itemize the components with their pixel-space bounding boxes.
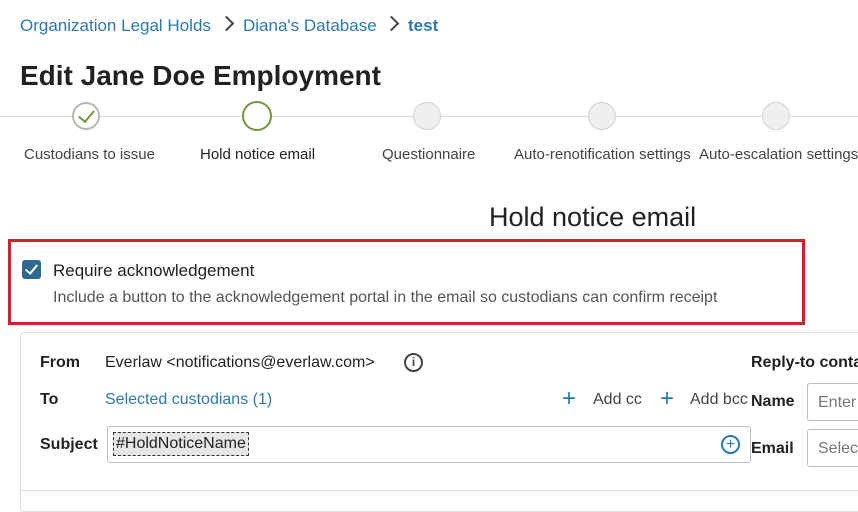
to-label: To	[40, 391, 59, 408]
from-label: From	[40, 354, 80, 371]
selected-custodians-link[interactable]: Selected custodians (1)	[105, 391, 272, 409]
circle-plus-icon[interactable]: +	[721, 435, 740, 454]
step-auto-escalation-circle[interactable]	[762, 102, 790, 130]
subject-label: Subject	[40, 436, 98, 453]
chevron-right-icon	[218, 15, 235, 32]
require-acknowledgement-label[interactable]: Require acknowledgement	[53, 261, 254, 281]
info-icon[interactable]: i	[404, 353, 423, 372]
panel-divider	[20, 490, 858, 491]
reply-to-name-input[interactable]: Enter	[807, 383, 858, 421]
breadcrumb-database[interactable]: Diana's Database	[243, 16, 377, 36]
reply-to-email-select[interactable]: Select	[807, 429, 858, 467]
add-bcc-button[interactable]: Add bcc	[690, 391, 748, 409]
breadcrumb-current: test	[408, 16, 439, 35]
step-custodians-circle[interactable]	[72, 102, 100, 130]
step-questionnaire-circle[interactable]	[413, 102, 441, 130]
step-auto-renotification-circle[interactable]	[588, 102, 616, 130]
subject-token[interactable]: #HoldNoticeName	[113, 432, 249, 456]
step-hold-notice-label[interactable]: Hold notice email	[200, 146, 315, 163]
chevron-right-icon	[383, 15, 400, 32]
plus-icon[interactable]: +	[660, 387, 674, 411]
breadcrumb-organization-legal-holds[interactable]: Organization Legal Holds	[20, 16, 211, 36]
step-custodians-label[interactable]: Custodians to issue	[24, 146, 155, 163]
page-title: Edit Jane Doe Employment	[20, 60, 381, 91]
from-value: Everlaw <notifications@everlaw.com>	[105, 354, 375, 371]
step-questionnaire-label[interactable]: Questionnaire	[382, 146, 475, 163]
acknowledgement-highlight-box	[8, 239, 805, 325]
reply-to-name-label: Name	[751, 393, 795, 410]
add-cc-button[interactable]: Add cc	[593, 391, 642, 409]
check-icon	[78, 105, 95, 124]
reply-to-email-label: Email	[751, 440, 794, 457]
section-heading: Hold notice email	[489, 202, 697, 232]
acknowledgement-description: Include a button to the acknowledgement …	[53, 289, 718, 306]
reply-to-heading: Reply-to conta	[751, 354, 858, 371]
step-auto-renotification-label[interactable]: Auto-renotification settings	[514, 146, 691, 163]
check-icon	[24, 261, 39, 275]
step-hold-notice-circle[interactable]	[242, 101, 272, 131]
require-acknowledgement-checkbox[interactable]	[22, 260, 41, 279]
plus-icon[interactable]: +	[562, 387, 576, 411]
step-auto-escalation-label[interactable]: Auto-escalation settings	[699, 146, 858, 163]
